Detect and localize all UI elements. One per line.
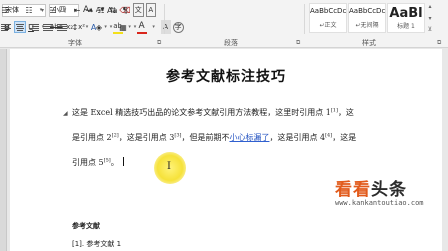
text-run: ，这是引用点 3 xyxy=(118,133,175,142)
enclose-char-button[interactable]: 字 xyxy=(172,21,184,33)
document-page[interactable]: 参考文献标注技巧 ◢ 这是 Excel 精选技巧出品的论文参考文献引用方法教程，… xyxy=(10,49,442,251)
paragraph-row-1: ☰ ▾ ☷ ▾ ☱ ▾ ⇤ ⇥ ☵ ⇅ ¶ xyxy=(0,2,132,18)
spellcheck-flagged-text[interactable]: 小心标漏了 xyxy=(229,133,269,142)
vertical-ruler xyxy=(0,49,7,251)
paragraph-anchor-icon: ◢ xyxy=(63,110,68,117)
chevron-down-icon[interactable]: ▾ xyxy=(60,3,70,17)
font-dialog-launcher-icon[interactable]: ⧉ xyxy=(157,39,161,47)
style-name: ↵正文 xyxy=(319,22,337,29)
document-title: 参考文献标注技巧 xyxy=(166,69,286,85)
divider xyxy=(304,4,305,34)
multilevel-list-icon[interactable]: ☱ xyxy=(48,3,58,17)
align-center-icon[interactable] xyxy=(14,21,26,33)
style-sample: AaBl xyxy=(389,7,423,20)
sort-icon[interactable]: ⇅ xyxy=(108,3,118,17)
body-line-2: 是引用点 2[2]，这是引用点 3[3]，但是前期不小心标漏了，这是引用点 4[… xyxy=(72,132,356,143)
text-caret xyxy=(122,157,124,166)
style-normal[interactable]: AaBbCcDc ↵正文 xyxy=(309,3,347,33)
bullets-icon[interactable]: ☰ xyxy=(0,3,10,17)
paragraph-group-label: 段落 xyxy=(224,39,238,47)
chevron-down-icon[interactable]: ▾ xyxy=(12,3,22,17)
styles-gallery: AaBbCcDc ↵正文 AaBbCcDc ↵无间隔 AaBl 标题 1 ▴ ▾… xyxy=(309,3,434,36)
distribute-icon[interactable] xyxy=(56,21,68,33)
paragraph-dialog-launcher-icon[interactable]: ⧉ xyxy=(296,39,300,47)
text-run: 引用点 5 xyxy=(72,158,104,167)
char-border-button[interactable]: A xyxy=(145,3,156,17)
styles-group-label: 样式 xyxy=(362,39,376,47)
more-styles-icon[interactable]: ⊻ xyxy=(428,26,432,33)
citation-mark: [1] xyxy=(330,107,338,114)
chevron-down-icon[interactable]: ▾ xyxy=(130,20,140,34)
watermark-logo-text: 看看头条 xyxy=(335,175,445,200)
text-run: ，但是前期不 xyxy=(181,133,230,142)
style-sample: AaBbCcDc xyxy=(349,7,385,15)
text-run: ，这是 xyxy=(332,133,357,142)
body-line-3: 引用点 5[5]。 xyxy=(72,157,124,168)
text-run: ，这是引用点 4 xyxy=(269,133,326,142)
citation-mark: [2] xyxy=(111,132,119,139)
style-no-spacing[interactable]: AaBbCcDc ↵无间隔 xyxy=(348,3,386,33)
align-left-icon[interactable] xyxy=(0,21,12,33)
i-beam-cursor-icon: I xyxy=(167,161,171,172)
style-sample: AaBbCcDc xyxy=(310,7,346,15)
shading-icon[interactable]: ◈ xyxy=(94,20,104,34)
watermark: 看看头条 www.kankantoutiao.com xyxy=(335,175,445,207)
line-spacing-icon[interactable]: ↕ xyxy=(70,20,80,34)
references-heading: 参考文献 xyxy=(72,222,100,230)
chevron-up-icon[interactable]: ▴ xyxy=(428,3,431,10)
justify-icon[interactable] xyxy=(42,21,54,33)
chevron-down-icon[interactable]: ▾ xyxy=(106,20,116,34)
style-name: 标题 1 xyxy=(397,23,415,30)
borders-icon[interactable]: ▦ xyxy=(118,20,128,34)
chevron-down-icon[interactable]: ▾ xyxy=(36,3,46,17)
phonetic-guide-button[interactable]: 文 xyxy=(132,3,144,17)
chevron-down-icon[interactable]: ▾ xyxy=(149,20,159,34)
styles-scroll: ▴ ▾ ⊻ xyxy=(426,3,434,33)
body-line-1: 这是 Excel 精选技巧出品的论文参考文献引用方法教程，这里时引用点 1[1]… xyxy=(72,107,354,118)
text-run: 。 xyxy=(110,158,119,167)
citation-mark: [5] xyxy=(103,157,111,164)
text-run: 是引用点 2 xyxy=(72,133,112,142)
styles-dialog-launcher-icon[interactable]: ⧉ xyxy=(437,39,441,47)
watermark-url: www.kankantoutiao.com xyxy=(335,199,424,207)
chevron-down-icon[interactable]: ▾ xyxy=(428,15,431,22)
chinese-layout-icon[interactable]: ☵ xyxy=(96,3,106,17)
increase-indent-icon[interactable]: ⇥ xyxy=(84,3,94,17)
reference-item: [1]. 参考文献 1 xyxy=(72,240,122,248)
paragraph-row-2: ↕ ▾ ◈ ▾ ▦ ▾ xyxy=(0,19,142,35)
decrease-indent-icon[interactable]: ⇤ xyxy=(72,3,82,17)
chevron-down-icon[interactable]: ▾ xyxy=(82,20,92,34)
align-right-icon[interactable] xyxy=(28,21,40,33)
text-run: 这是 Excel 精选技巧出品的论文参考文献引用方法教程，这里时引用点 1 xyxy=(72,108,331,117)
watermark-part-a: 看看 xyxy=(335,180,371,200)
style-name: ↵无间隔 xyxy=(355,22,379,29)
show-marks-icon[interactable]: ¶ xyxy=(120,3,130,17)
style-heading-1[interactable]: AaBl 标题 1 xyxy=(387,3,425,33)
numbering-icon[interactable]: ☷ xyxy=(24,3,34,17)
ribbon: 宋体 ▾ 小四 ▾ A▲ A▼ Aa ⌫ 文 A B I U ▾ abc x₂ … xyxy=(0,0,448,48)
watermark-part-b: 头条 xyxy=(371,180,407,200)
divider xyxy=(164,4,165,34)
text-run: ，这 xyxy=(337,108,354,117)
char-shading-button[interactable]: A xyxy=(160,20,171,34)
font-group-label: 字体 xyxy=(68,39,82,47)
